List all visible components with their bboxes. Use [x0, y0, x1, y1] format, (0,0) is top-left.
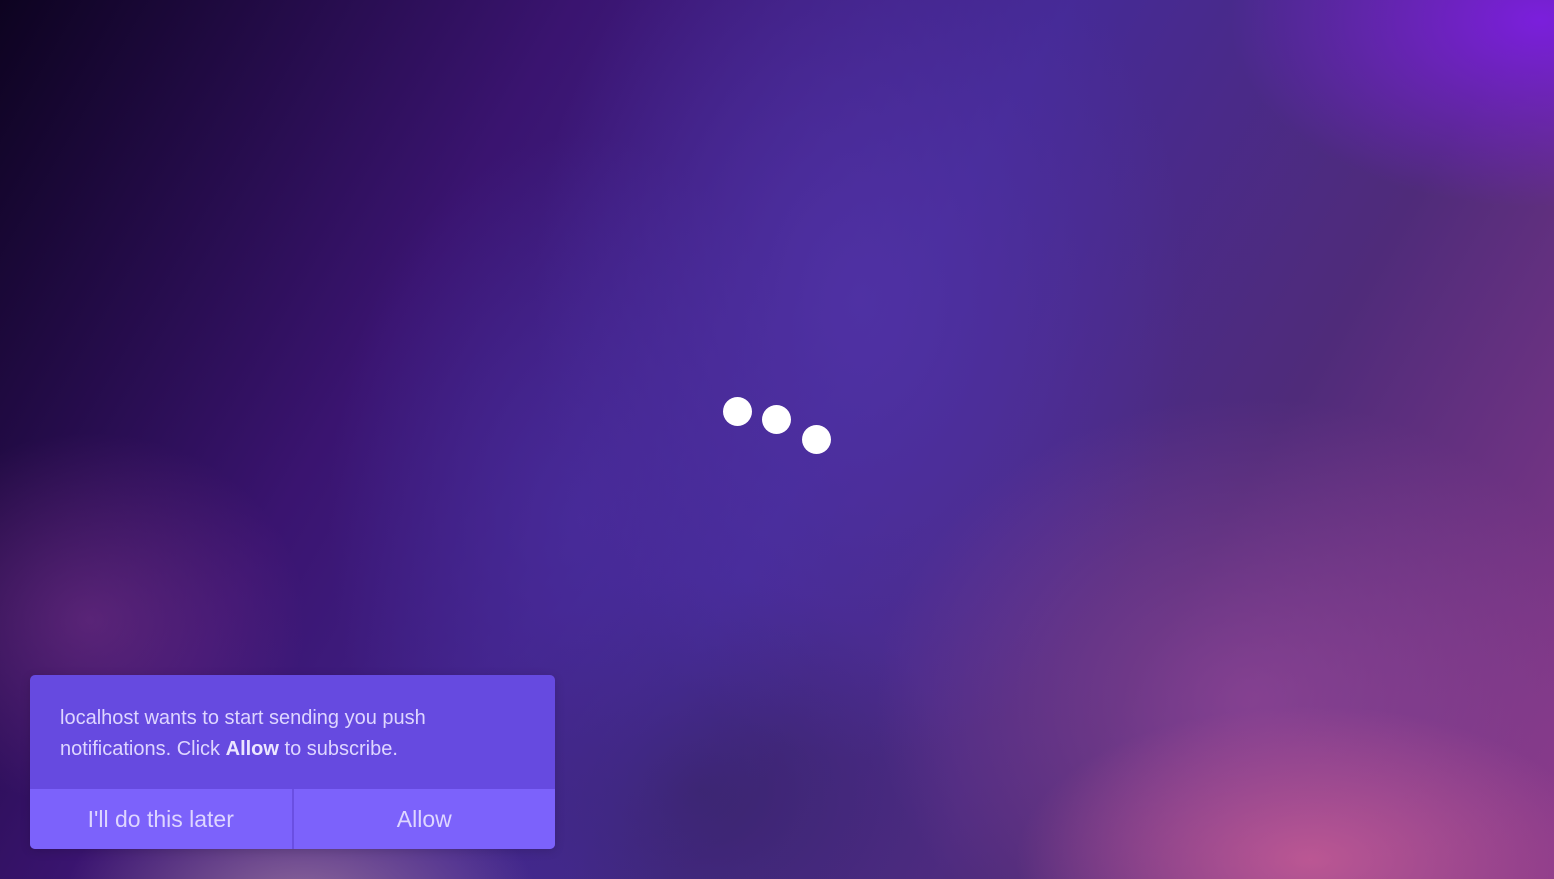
prompt-message-suffix: to subscribe. [278, 738, 398, 760]
loading-dot [762, 405, 791, 434]
loading-dot [802, 425, 831, 454]
prompt-message-allow-emphasis: Allow [225, 738, 279, 760]
later-button[interactable]: I'll do this later [30, 789, 292, 849]
push-notification-prompt: localhost wants to start sending you pus… [30, 675, 555, 849]
allow-button[interactable]: Allow [293, 789, 555, 849]
prompt-message: localhost wants to start sending you pus… [30, 675, 555, 789]
prompt-actions: I'll do this later Allow [30, 789, 555, 849]
loading-dot [723, 397, 752, 426]
